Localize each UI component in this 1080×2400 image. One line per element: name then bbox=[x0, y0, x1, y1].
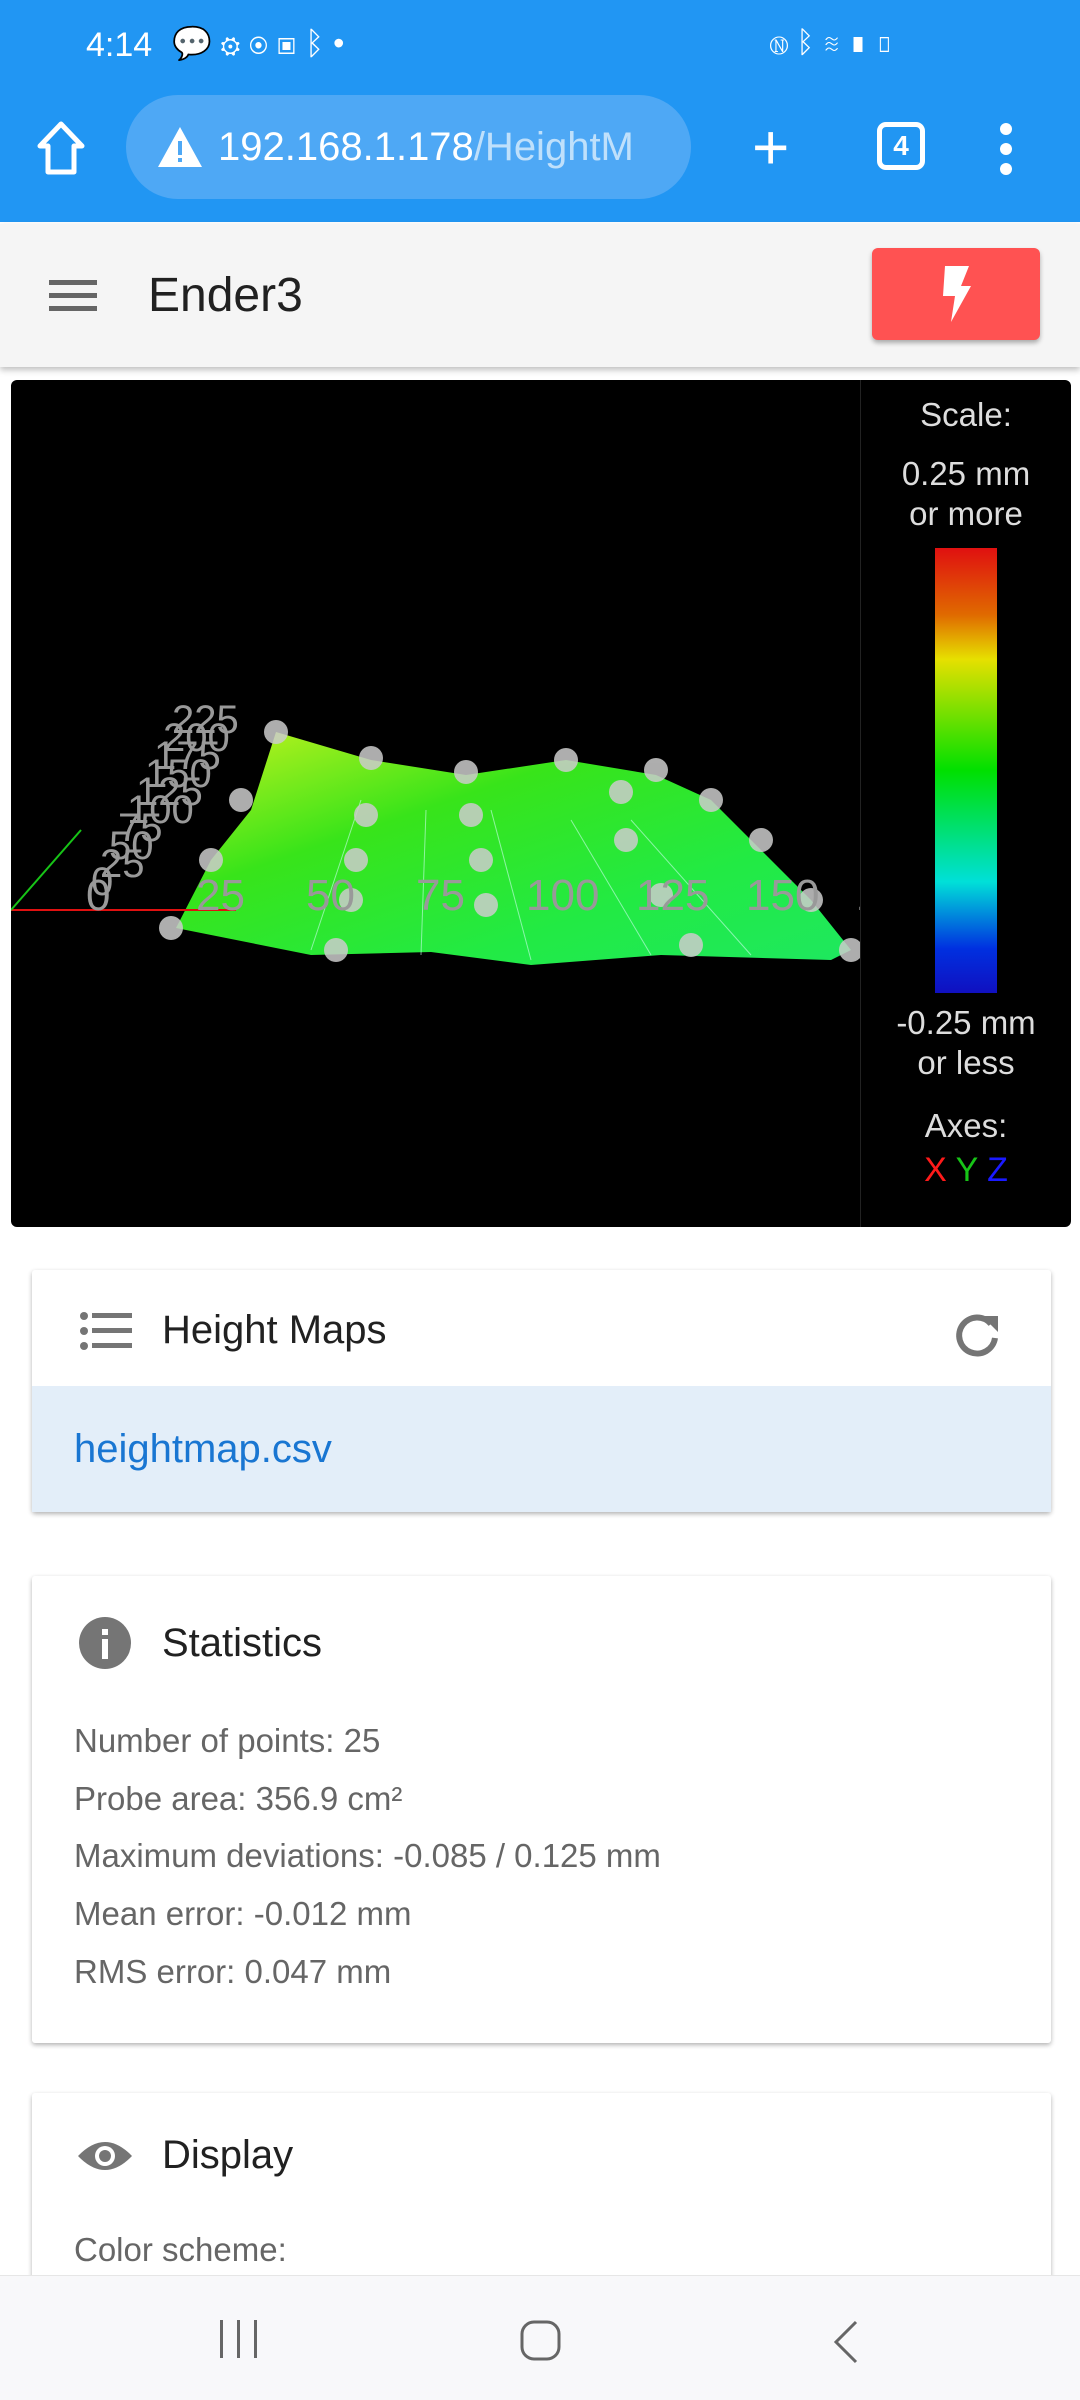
system-nav-bar bbox=[0, 2275, 1080, 2400]
y-axis-line bbox=[11, 829, 82, 911]
stat-rms-error: RMS error: 0.047 mm bbox=[74, 1953, 392, 1990]
new-tab-icon[interactable]: + bbox=[752, 110, 789, 184]
stat-probe-area: Probe area: 356.9 cm² bbox=[74, 1780, 403, 1817]
height-maps-header: Height Maps bbox=[80, 1308, 387, 1353]
heightmap-surface[interactable]: 025507510012515017 025507510012515017520… bbox=[11, 380, 860, 1227]
list-icon bbox=[80, 1311, 132, 1350]
scale-max-label: 0.25 mm bbox=[901, 455, 1031, 492]
card-title: Statistics bbox=[162, 1620, 323, 1665]
scale-min-label: -0.25 mm bbox=[896, 1004, 1036, 1041]
notification-icons: 💬 ⚙ ◉ ▣ ᛒ • bbox=[172, 25, 345, 61]
x-tick-label: 125 bbox=[636, 871, 709, 920]
card-title: Height Maps bbox=[162, 1308, 387, 1352]
browser-toolbar: 192.168.1.178/HeightM + 4 bbox=[0, 92, 1080, 222]
y-tick-label: 225 bbox=[172, 698, 239, 742]
axis-z-label: Z bbox=[987, 1151, 1008, 1189]
probe-point bbox=[614, 828, 638, 852]
probe-point bbox=[699, 788, 723, 812]
heightmap-3d-viewer[interactable]: 025507510012515017 025507510012515017520… bbox=[11, 380, 1071, 1227]
probe-point bbox=[644, 758, 668, 782]
back-icon[interactable] bbox=[830, 2320, 860, 2364]
axis-x-label: X bbox=[924, 1151, 947, 1189]
system-icons: Ⓝ ᛒ ≋ ▮ ▯ bbox=[770, 26, 894, 59]
x-tick-label: 150 bbox=[746, 871, 819, 920]
refresh-icon[interactable] bbox=[954, 1312, 1000, 1358]
url-host: 192.168.1.178 bbox=[218, 124, 474, 169]
statistics-header: Statistics bbox=[78, 1616, 322, 1670]
url-path: /HeightM bbox=[473, 124, 634, 169]
home-icon[interactable] bbox=[36, 120, 86, 176]
status-bar: 4:14 💬 ⚙ ◉ ▣ ᛒ • Ⓝ ᛒ ≋ ▮ ▯ bbox=[0, 0, 1080, 92]
stat-max-deviations: Maximum deviations: -0.085 / 0.125 mm bbox=[74, 1837, 661, 1874]
axis-y-label: Y bbox=[955, 1151, 978, 1189]
probe-point bbox=[474, 893, 498, 917]
stat-points: Number of points: 25 bbox=[74, 1722, 381, 1759]
surface-mesh bbox=[176, 732, 851, 965]
scale-legend: Scale: 0.25 mm or more -0.25 mm or less … bbox=[860, 380, 1071, 1227]
home-nav-icon[interactable] bbox=[520, 2320, 562, 2362]
x-tick-label: 100 bbox=[526, 871, 599, 920]
x-tick-label: 75 bbox=[416, 871, 465, 920]
height-maps-card: Height Maps heightmap.csv bbox=[32, 1270, 1051, 1512]
probe-point bbox=[264, 720, 288, 744]
heightmap-file-item[interactable]: heightmap.csv bbox=[32, 1386, 1051, 1512]
scale-max-sub: or more bbox=[909, 495, 1023, 532]
page-title: Ender3 bbox=[148, 269, 303, 322]
emergency-stop-button[interactable] bbox=[872, 248, 1040, 340]
flash-icon bbox=[943, 266, 971, 322]
scale-label: Scale: bbox=[920, 396, 1012, 433]
probe-point bbox=[459, 803, 483, 827]
probe-point bbox=[324, 938, 348, 962]
probe-point bbox=[229, 788, 253, 812]
axes-label: Axes: bbox=[924, 1107, 1008, 1144]
scale-min-sub: or less bbox=[917, 1044, 1015, 1081]
color-scheme-label: Color scheme: bbox=[74, 2231, 287, 2268]
card-title: Display bbox=[162, 2133, 294, 2177]
url-bar[interactable]: 192.168.1.178/HeightM bbox=[126, 95, 691, 199]
x-tick-label: 50 bbox=[306, 871, 355, 920]
warning-icon bbox=[158, 127, 202, 167]
display-header: Display bbox=[76, 2133, 293, 2178]
menu-icon[interactable] bbox=[49, 278, 99, 314]
stat-mean-error: Mean error: -0.012 mm bbox=[74, 1895, 412, 1932]
probe-point bbox=[344, 848, 368, 872]
recents-icon[interactable] bbox=[218, 2320, 260, 2360]
probe-point bbox=[554, 748, 578, 772]
color-gradient-bar bbox=[935, 548, 997, 993]
x-tick-label: 25 bbox=[196, 871, 245, 920]
probe-point bbox=[749, 828, 773, 852]
probe-point bbox=[354, 803, 378, 827]
probe-point bbox=[679, 933, 703, 957]
probe-point bbox=[199, 848, 223, 872]
probe-point bbox=[609, 780, 633, 804]
probe-point bbox=[469, 848, 493, 872]
more-menu-icon[interactable] bbox=[996, 122, 1016, 176]
probe-point bbox=[159, 916, 183, 940]
probe-point bbox=[454, 760, 478, 784]
info-icon bbox=[79, 1617, 131, 1669]
eye-icon bbox=[78, 2141, 132, 2170]
statistics-card: Statistics Number of points: 25 Probe ar… bbox=[32, 1576, 1051, 2043]
clock: 4:14 bbox=[86, 26, 153, 64]
tab-count-button[interactable]: 4 bbox=[877, 122, 925, 170]
probe-point bbox=[359, 746, 383, 770]
